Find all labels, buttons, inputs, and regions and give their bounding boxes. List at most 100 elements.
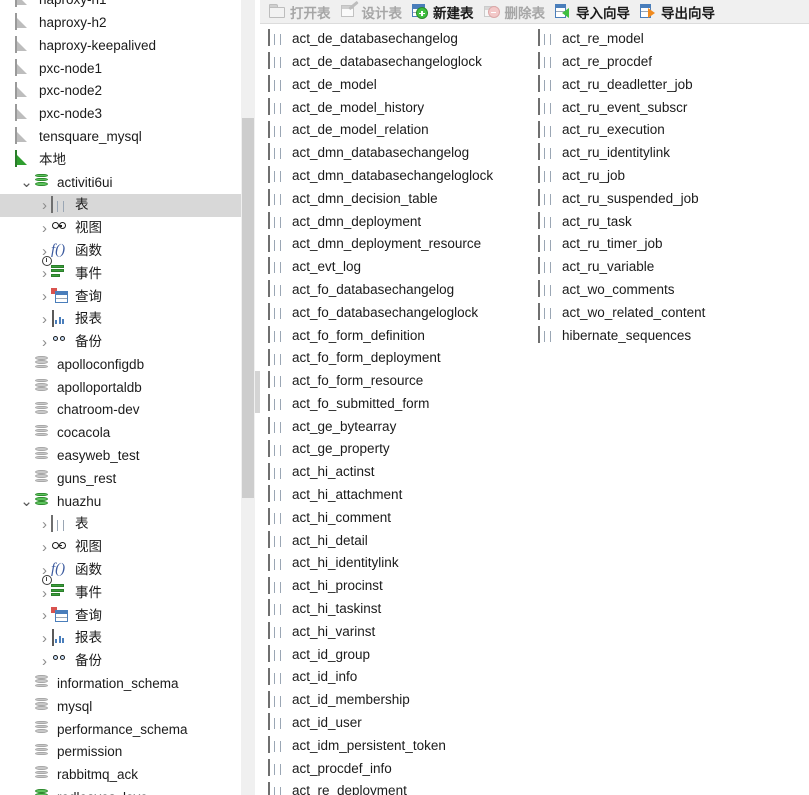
chevron-right-icon[interactable]: › (38, 654, 51, 669)
tree-item-apolloconfigdb[interactable]: apolloconfigdb (0, 354, 255, 377)
table-list-item[interactable]: act_fo_form_definition (268, 324, 493, 347)
tree-item-cocacola[interactable]: cocacola (0, 422, 255, 445)
table-list-item[interactable]: act_ru_job (538, 165, 705, 188)
table-list-item[interactable]: act_ru_variable (538, 256, 705, 279)
tree-item-备份[interactable]: › 备份 (0, 331, 255, 354)
table-list-item[interactable]: act_hi_varinst (268, 621, 493, 644)
tree-item-备份[interactable]: › 备份 (0, 650, 255, 673)
tree-item-报表[interactable]: › 报表 (0, 308, 255, 331)
chevron-right-icon[interactable]: › (38, 586, 51, 601)
connection-tree-sidebar[interactable]: haproxy-h1 haproxy-h2 haproxy-keepalived… (0, 0, 255, 795)
table-list-item[interactable]: act_ge_property (268, 438, 493, 461)
tree-item-activiti6ui[interactable]: ⌄ activiti6ui (0, 171, 255, 194)
table-list-item[interactable]: act_de_model_relation (268, 119, 493, 142)
table-list-item[interactable]: act_ru_execution (538, 119, 705, 142)
table-list-item[interactable]: act_re_deployment (268, 780, 493, 795)
table-list-item[interactable]: act_de_model_history (268, 96, 493, 119)
tree-item-pxc-node3[interactable]: pxc-node3 (0, 103, 255, 126)
chevron-right-icon[interactable]: › (38, 335, 51, 350)
table-list-column-1[interactable]: act_de_databasechangelog act_de_databasec… (268, 28, 493, 795)
toolbar-导入向导[interactable]: 导入向导 (552, 1, 635, 23)
chevron-right-icon[interactable]: › (38, 631, 51, 646)
table-list-item[interactable]: act_fo_databasechangeloglock (268, 302, 493, 325)
tree-item-事件[interactable]: › 事件 (0, 575, 255, 605)
tree-item-表[interactable]: › 表 (0, 513, 255, 536)
table-list-item[interactable]: act_ru_deadletter_job (538, 74, 705, 97)
table-list-item[interactable]: act_fo_form_deployment (268, 347, 493, 370)
table-list-item[interactable]: act_re_procdef (538, 51, 705, 74)
sidebar-scrollbar-thumb[interactable] (242, 118, 254, 498)
chevron-right-icon[interactable]: › (38, 312, 51, 327)
table-list-item[interactable]: act_hi_identitylink (268, 552, 493, 575)
table-list-item[interactable]: act_ru_suspended_job (538, 188, 705, 211)
tree-item-haproxy-keepalived[interactable]: haproxy-keepalived (0, 35, 255, 58)
table-list-item[interactable]: act_fo_form_resource (268, 370, 493, 393)
tree-item-函数[interactable]: › f() 函数 (0, 240, 255, 263)
table-list-item[interactable]: act_ru_timer_job (538, 233, 705, 256)
tree-item-easyweb_test[interactable]: easyweb_test (0, 445, 255, 468)
table-list-item[interactable]: act_wo_comments (538, 279, 705, 302)
table-list-item[interactable]: act_idm_persistent_token (268, 735, 493, 758)
table-list-item[interactable]: act_re_model (538, 28, 705, 51)
tree-item-redleaves_love[interactable]: ⌄redleaves_love (0, 787, 255, 795)
table-list-item[interactable]: act_ge_bytearray (268, 416, 493, 439)
tree-item-rabbitmq_ack[interactable]: rabbitmq_ack (0, 764, 255, 787)
table-list-item[interactable]: act_ru_identitylink (538, 142, 705, 165)
table-list-item[interactable]: act_hi_detail (268, 530, 493, 553)
chevron-right-icon[interactable]: › (38, 540, 51, 555)
table-list-item[interactable]: act_de_databasechangeloglock (268, 51, 493, 74)
table-list-item[interactable]: act_hi_attachment (268, 484, 493, 507)
tree-item-报表[interactable]: › 报表 (0, 627, 255, 650)
tree-item-视图[interactable]: › 视图 (0, 536, 255, 559)
table-list[interactable]: act_de_databasechangelog act_de_databasec… (260, 24, 809, 795)
chevron-right-icon[interactable]: › (38, 608, 51, 623)
chevron-down-icon[interactable]: ⌄ (20, 494, 33, 509)
table-list-item[interactable]: act_id_group (268, 644, 493, 667)
tree-item-查询[interactable]: › 查询 (0, 605, 255, 628)
table-list-item[interactable]: act_evt_log (268, 256, 493, 279)
toolbar-新建表[interactable]: 新建表 (409, 1, 479, 23)
tree-item-pxc-node1[interactable]: pxc-node1 (0, 57, 255, 80)
sidebar-scrollbar[interactable] (241, 0, 255, 795)
tree-item-表[interactable]: › 表 (0, 194, 255, 217)
chevron-down-icon[interactable]: ⌄ (20, 175, 33, 190)
table-list-item[interactable]: hibernate_sequences (538, 324, 705, 347)
connection-tree[interactable]: haproxy-h1 haproxy-h2 haproxy-keepalived… (0, 0, 255, 795)
tree-item-performance_schema[interactable]: performance_schema (0, 719, 255, 742)
tree-item-permission[interactable]: permission (0, 741, 255, 764)
table-list-item[interactable]: act_hi_procinst (268, 575, 493, 598)
table-list-item[interactable]: act_id_user (268, 712, 493, 735)
toolbar-导出向导[interactable]: 导出向导 (637, 1, 720, 23)
chevron-right-icon[interactable]: › (38, 266, 51, 281)
table-list-item[interactable]: act_fo_submitted_form (268, 393, 493, 416)
table-list-item[interactable]: act_de_databasechangelog (268, 28, 493, 51)
tree-item-查询[interactable]: › 查询 (0, 285, 255, 308)
tree-item-函数[interactable]: › f() 函数 (0, 559, 255, 582)
chevron-right-icon[interactable]: › (38, 517, 51, 532)
tree-item-事件[interactable]: › 事件 (0, 255, 255, 286)
tree-item-huazhu[interactable]: ⌄ huazhu (0, 491, 255, 514)
table-list-item[interactable]: act_ru_task (538, 210, 705, 233)
tree-item-视图[interactable]: › 视图 (0, 217, 255, 240)
table-list-item[interactable]: act_dmn_databasechangeloglock (268, 165, 493, 188)
tree-item-apolloportaldb[interactable]: apolloportaldb (0, 377, 255, 400)
tree-item-haproxy-h1[interactable]: haproxy-h1 (0, 0, 255, 12)
table-list-item[interactable]: act_hi_taskinst (268, 598, 493, 621)
table-list-item[interactable]: act_hi_comment (268, 507, 493, 530)
chevron-right-icon[interactable]: › (38, 198, 51, 213)
table-list-item[interactable]: act_de_model (268, 74, 493, 97)
chevron-right-icon[interactable]: › (38, 289, 51, 304)
table-list-item[interactable]: act_procdef_info (268, 758, 493, 781)
table-list-item[interactable]: act_dmn_deployment (268, 210, 493, 233)
tree-item-haproxy-h2[interactable]: haproxy-h2 (0, 12, 255, 35)
table-list-item[interactable]: act_ru_event_subscr (538, 96, 705, 119)
tree-item-pxc-node2[interactable]: pxc-node2 (0, 80, 255, 103)
tree-item-chatroom-dev[interactable]: chatroom-dev (0, 399, 255, 422)
tree-item-本地[interactable]: 本地 (0, 149, 255, 172)
table-list-item[interactable]: act_id_info (268, 666, 493, 689)
tree-item-mysql[interactable]: mysql (0, 696, 255, 719)
table-list-item[interactable]: act_wo_related_content (538, 302, 705, 325)
chevron-right-icon[interactable]: › (38, 221, 51, 236)
tree-item-tensquare_mysql[interactable]: tensquare_mysql (0, 126, 255, 149)
table-list-item[interactable]: act_hi_actinst (268, 461, 493, 484)
